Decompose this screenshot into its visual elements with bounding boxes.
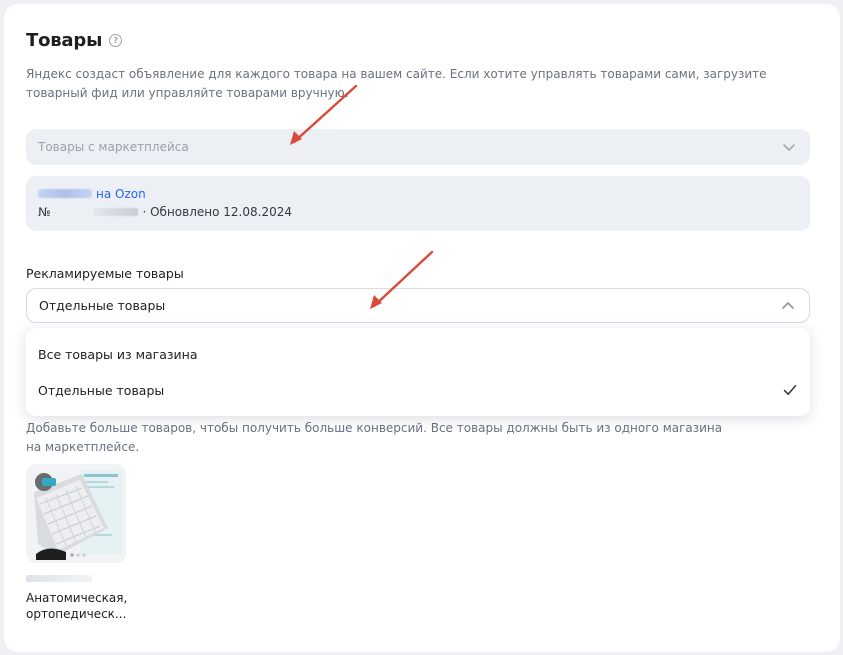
advertised-products-value: Отдельные товары (39, 298, 166, 313)
product-name[interactable]: Анатомическая, ортопедическ... (26, 590, 146, 622)
checkmark-icon (783, 385, 797, 395)
marketplace-store-info: на Ozon № · Обновлено 12.08.2024 (26, 176, 810, 231)
section-description: Яндекс создаст объявление для каждого то… (26, 67, 767, 100)
annotation-arrow (370, 250, 434, 309)
product-source-placeholder: Товары с маркетплейса (38, 140, 189, 154)
option-label: Все товары из магазина (38, 346, 198, 362)
section-header: Товары ? (26, 30, 123, 51)
page-title: Товары (26, 30, 103, 51)
products-settings-card: Товары ? Яндекс создаст объявление для к… (4, 4, 840, 652)
mattress-image (26, 464, 126, 563)
option-label: Отдельные товары (38, 382, 165, 398)
store-updated-date: · Обновлено 12.08.2024 (142, 205, 292, 219)
store-number-prefix: № (38, 205, 51, 219)
help-icon[interactable]: ? (109, 34, 123, 47)
product-source-select[interactable]: Товары с маркетплейса (26, 129, 810, 165)
option-selected-products[interactable]: Отдельные товары (26, 372, 810, 408)
annotation-arrow (290, 84, 358, 145)
advertised-products-label: Рекламируемые товары (26, 266, 184, 281)
advertised-products-dropdown: Все товары из магазина Отдельные товары (26, 328, 810, 416)
redacted-store-number (94, 208, 139, 216)
store-link[interactable]: на Ozon (96, 187, 146, 201)
products-hint: Добавьте больше товаров, чтобы получить … (26, 421, 723, 454)
product-thumbnail[interactable] (26, 464, 126, 563)
option-all-products[interactable]: Все товары из магазина (26, 336, 810, 372)
chevron-down-icon (783, 144, 795, 151)
chevron-up-icon (782, 301, 794, 309)
redacted-product-price (26, 575, 92, 582)
redacted-store-name (38, 189, 92, 198)
